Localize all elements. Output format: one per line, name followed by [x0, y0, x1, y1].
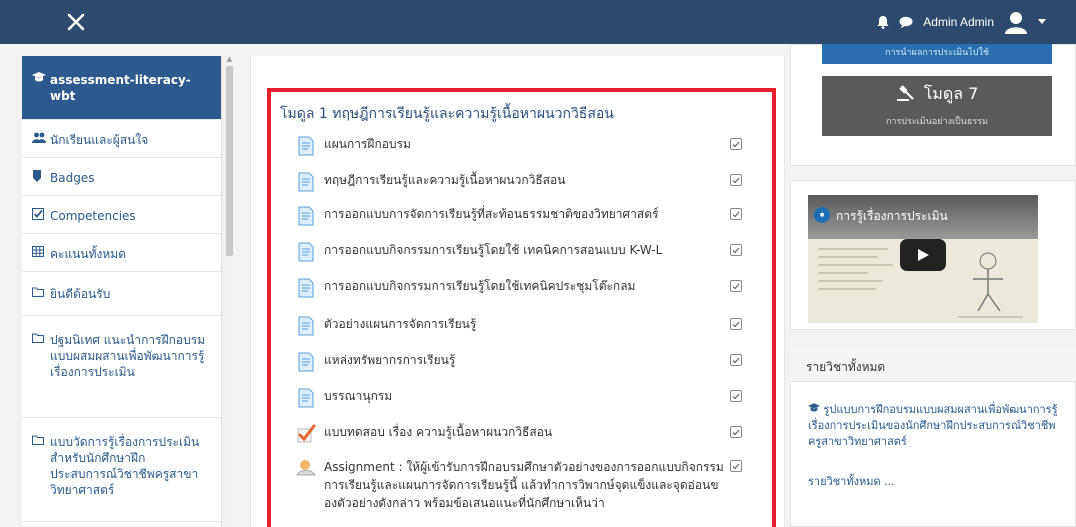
sidebar-item-welcome[interactable]: ยินดีต้อนรับ [22, 272, 221, 316]
activity-name[interactable]: ตัวอย่างแผนการจัดการเรียนรู้ [324, 316, 476, 332]
folder-icon [32, 286, 50, 302]
close-icon[interactable] [58, 4, 94, 40]
activity-item[interactable]: Assignment : ให้ผู้เข้ารับการฝึกอบรมศึกษ… [296, 458, 746, 512]
activity-name[interactable]: การออกแบบกิจกรรมการเรียนรู้โดยใช้ เทคนิค… [324, 242, 662, 258]
play-button-icon[interactable] [900, 239, 946, 271]
course-link-label[interactable]: รูปแบบการฝึกอบรมแบบผสมผสานเพื่อพัฒนาการร… [808, 403, 1058, 448]
completion-checkbox[interactable] [730, 390, 742, 402]
activity-item[interactable]: ตัวอย่างแผนการจัดการเรียนรู้ [296, 316, 746, 336]
sidebar-item-label: ยินดีต้อนรับ [50, 287, 111, 301]
sidebar-item-label: assessment-literacy-wbt [50, 73, 191, 103]
activity-item[interactable]: การออกแบบการจัดการเรียนรู้ที่สะท้อนธรรมช… [296, 206, 746, 226]
bell-icon[interactable] [877, 15, 889, 29]
video-player[interactable]: ● การรู้เรื่องการประเมิน [808, 195, 1038, 323]
page-icon [296, 172, 316, 192]
module6-button[interactable]: การนำผลการประเมินไปใช้ [822, 44, 1052, 64]
courses-heading: รายวิชาทั้งหมด [790, 348, 1076, 382]
video-header: ● การรู้เรื่องการประเมิน [808, 195, 1038, 239]
activity-item[interactable]: ทฤษฎีการเรียนรู้และความรู้เนื้อหาผนวกวิธ… [296, 172, 746, 192]
activity-item[interactable]: การออกแบบกิจกรรมการเรียนรู้โดยใช้เทคนิคป… [296, 278, 746, 298]
sidebar-item-grades[interactable]: คะแนนทั้งหมด [22, 234, 221, 272]
video-title: การรู้เรื่องการประเมิน [836, 209, 948, 223]
activity-item[interactable]: บรรณานุกรม [296, 388, 746, 408]
top-navbar: Admin Admin [0, 0, 1076, 44]
activity-name[interactable]: แหล่งทรัพยากรการเรียนรู้ [324, 352, 455, 368]
folder-icon [32, 434, 50, 450]
module7-title: โมดูล 7 [923, 84, 979, 103]
completion-checkbox[interactable] [730, 280, 742, 292]
sidebar-item-label: Badges [50, 171, 95, 185]
user-avatar-icon[interactable] [1004, 10, 1028, 34]
sidebar-item-assessment-test[interactable]: แบบวัดการรู้เรื่องการประเมินสำหรับนักศึก… [22, 418, 221, 522]
sidebar-item-label: Competencies [50, 209, 136, 223]
completion-checkbox[interactable] [730, 174, 742, 186]
page-icon [296, 136, 316, 156]
activity-name[interactable]: แผนการฝึกอบรม [324, 136, 411, 152]
channel-logo: ● [814, 207, 830, 223]
page-icon [296, 242, 316, 262]
all-courses-link[interactable]: รายวิชาทั้งหมด ... [808, 472, 895, 490]
activity-name[interactable]: การออกแบบกิจกรรมการเรียนรู้โดยใช้เทคนิคป… [324, 278, 635, 294]
sidebar-item-label: ปฐมนิเทศ แนะนำการฝึกอบรมแบบผสมผสานเพื่อพ… [50, 333, 206, 379]
page-icon [296, 352, 316, 372]
graduation-cap-icon [808, 403, 824, 416]
sidebar-item-participants[interactable]: นักเรียนและผู้สนใจ [22, 120, 221, 158]
page-icon [296, 316, 316, 336]
activity-name[interactable]: บรรณานุกรม [324, 388, 392, 404]
completion-checkbox[interactable] [730, 138, 742, 150]
module7-subtitle: การประเมินอย่างเป็นธรรม [885, 117, 989, 127]
badge-icon [32, 170, 50, 187]
activity-name[interactable]: การออกแบบการจัดการเรียนรู้ที่สะท้อนธรรมช… [324, 206, 658, 222]
sidebar-item-course-home[interactable]: assessment-literacy-wbt [22, 56, 221, 120]
completion-checkbox[interactable] [730, 244, 742, 256]
activity-item[interactable]: การออกแบบกิจกรรมการเรียนรู้โดยใช้ เทคนิค… [296, 242, 746, 262]
completion-checkbox[interactable] [730, 318, 742, 330]
sidebar-item-orientation[interactable]: ปฐมนิเทศ แนะนำการฝึกอบรมแบบผสมผสานเพื่อพ… [22, 316, 221, 418]
scroll-up-arrow-icon[interactable]: ▲ [226, 55, 233, 63]
completion-checkbox[interactable] [730, 426, 742, 438]
chat-icon[interactable] [899, 16, 913, 28]
page-icon [296, 206, 316, 226]
activity-item[interactable]: แบบทดสอบ เรื่อง ความรู้เนื้อหาผนวกวิธีสอ… [296, 424, 746, 444]
page-icon [296, 278, 316, 298]
gavel-icon [896, 84, 916, 106]
assignment-icon [296, 458, 316, 478]
sidebar-item-competencies[interactable]: Competencies [22, 196, 221, 234]
table-icon [32, 246, 50, 262]
sidebar-item-label: นักเรียนและผู้สนใจ [50, 133, 149, 147]
activity-item[interactable]: แหล่งทรัพยากรการเรียนรู้ [296, 352, 746, 372]
graduation-cap-icon [32, 72, 50, 88]
completion-checkbox[interactable] [730, 354, 742, 366]
folder-icon [32, 332, 50, 348]
section-title[interactable]: โมดูล 1 ทฤษฎีการเรียนรู้และความรู้เนื้อห… [280, 103, 614, 125]
checkbox-icon [32, 208, 50, 225]
activity-name[interactable]: แบบทดสอบ เรื่อง ความรู้เนื้อหาผนวกวิธีสอ… [324, 424, 552, 440]
module7-button[interactable]: โมดูล 7 การประเมินอย่างเป็นธรรม [822, 76, 1052, 136]
course-nav-sidebar: assessment-literacy-wbt นักเรียนและผู้สน… [22, 56, 222, 527]
sidebar-item-label: แบบวัดการรู้เรื่องการประเมินสำหรับนักศึก… [50, 435, 200, 497]
page-icon [296, 388, 316, 408]
sidebar-scroll-thumb[interactable] [226, 66, 233, 256]
sidebar-item-label: คะแนนทั้งหมด [50, 247, 126, 261]
activity-name[interactable]: ทฤษฎีการเรียนรู้และความรู้เนื้อหาผนวกวิธ… [324, 172, 565, 188]
activity-name[interactable]: Assignment : ให้ผู้เข้ารับการฝึกอบรมศึกษ… [324, 458, 729, 512]
activity-item[interactable]: แผนการฝึกอบรม [296, 136, 746, 156]
completion-checkbox[interactable] [730, 460, 742, 472]
caret-down-icon[interactable] [1038, 19, 1046, 25]
quiz-icon [296, 424, 316, 444]
users-icon [32, 132, 50, 148]
completion-checkbox[interactable] [730, 208, 742, 220]
user-name[interactable]: Admin Admin [923, 15, 994, 29]
course-link[interactable]: รูปแบบการฝึกอบรมแบบผสมผสานเพื่อพัฒนาการร… [808, 402, 1058, 450]
sidebar-item-badges[interactable]: Badges [22, 158, 221, 196]
